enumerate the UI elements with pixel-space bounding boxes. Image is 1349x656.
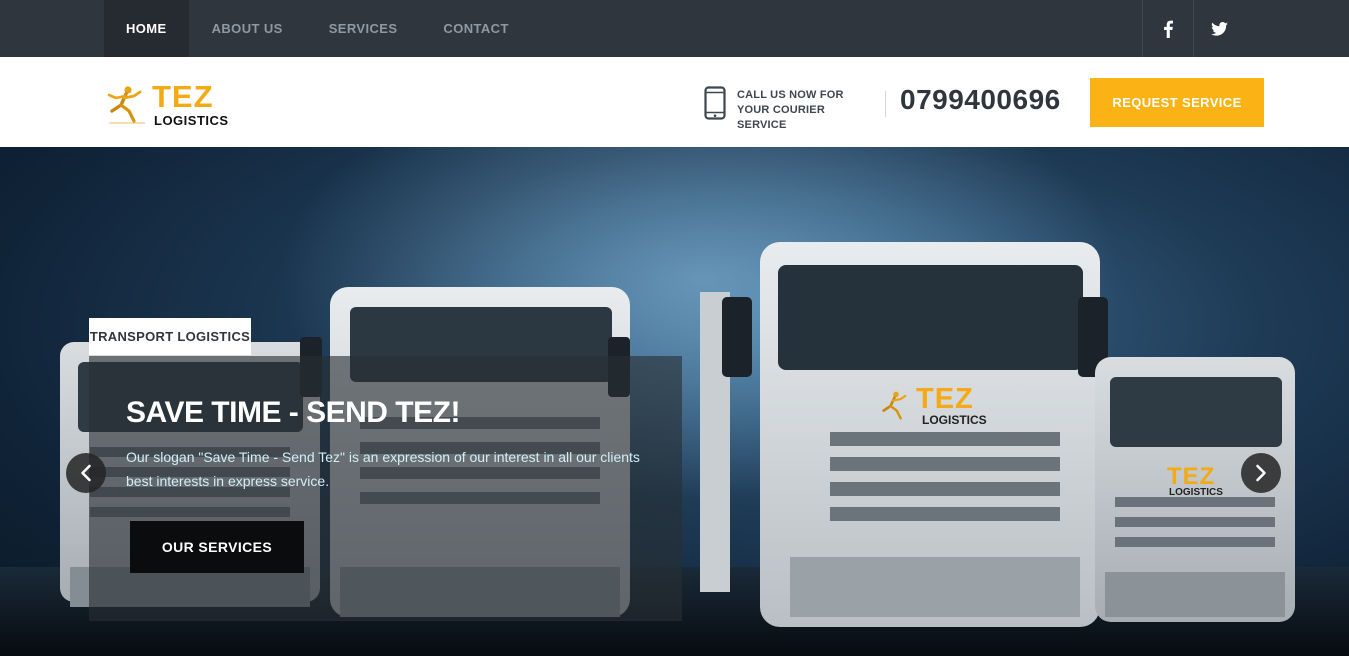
logo-sub-text: LOGISTICS <box>154 113 229 128</box>
call-us-line-1: CALL US NOW FOR <box>737 89 844 101</box>
slide-description: Our slogan "Save Time - Send Tez" is an … <box>126 449 640 489</box>
hero-slider: TEZ LOGISTICS TEZ LOGISTICS TRANSPORT LO… <box>0 147 1349 656</box>
slide-category-tag: TRANSPORT LOGISTICS <box>89 318 251 355</box>
truck-logo-sub: LOGISTICS <box>922 413 987 427</box>
facebook-icon[interactable] <box>1143 0 1194 57</box>
site-header: TEZ LOGISTICS CALL US NOW FOR YOUR COURI… <box>0 57 1349 147</box>
running-man-logo-icon <box>107 86 145 124</box>
truck-logo-right-sub: LOGISTICS <box>1169 487 1223 498</box>
facebook-glyph <box>1164 20 1173 38</box>
nav-about-us[interactable]: ABOUT US <box>189 0 306 57</box>
social-links <box>1142 0 1245 57</box>
chevron-right-icon <box>1256 464 1266 482</box>
call-us-line-2: YOUR COURIER SERVICE <box>737 104 825 131</box>
slide-headline: SAVE TIME - SEND TEZ! <box>126 396 460 429</box>
twitter-glyph <box>1211 21 1228 36</box>
mobile-phone-glyph <box>704 86 726 120</box>
our-services-button[interactable]: OUR SERVICES <box>130 521 304 573</box>
tez-logistics-logo[interactable]: TEZ LOGISTICS <box>105 79 245 129</box>
twitter-icon[interactable] <box>1194 0 1245 57</box>
main-nav: HOME ABOUT US SERVICES CONTACT <box>104 0 532 57</box>
truck-center-right <box>700 242 1108 627</box>
phone-number[interactable]: 0799400696 <box>900 84 1061 116</box>
slider-next-button[interactable] <box>1241 453 1281 493</box>
chevron-left-icon <box>81 464 91 482</box>
nav-contact[interactable]: CONTACT <box>420 0 531 57</box>
mobile-phone-icon <box>704 86 726 125</box>
logo-brand-text: TEZ <box>152 79 214 114</box>
top-navigation-bar: HOME ABOUT US SERVICES CONTACT <box>0 0 1349 57</box>
nav-home[interactable]: HOME <box>104 0 189 57</box>
truck-logo-brand: TEZ <box>916 383 974 415</box>
truck-logo-runner-icon <box>882 391 907 420</box>
nav-services[interactable]: SERVICES <box>306 0 421 57</box>
slider-prev-button[interactable] <box>66 453 106 493</box>
call-us-text: CALL US NOW FOR YOUR COURIER SERVICE <box>737 88 877 133</box>
request-service-button[interactable]: REQUEST SERVICE <box>1090 78 1264 127</box>
call-divider <box>885 91 886 117</box>
